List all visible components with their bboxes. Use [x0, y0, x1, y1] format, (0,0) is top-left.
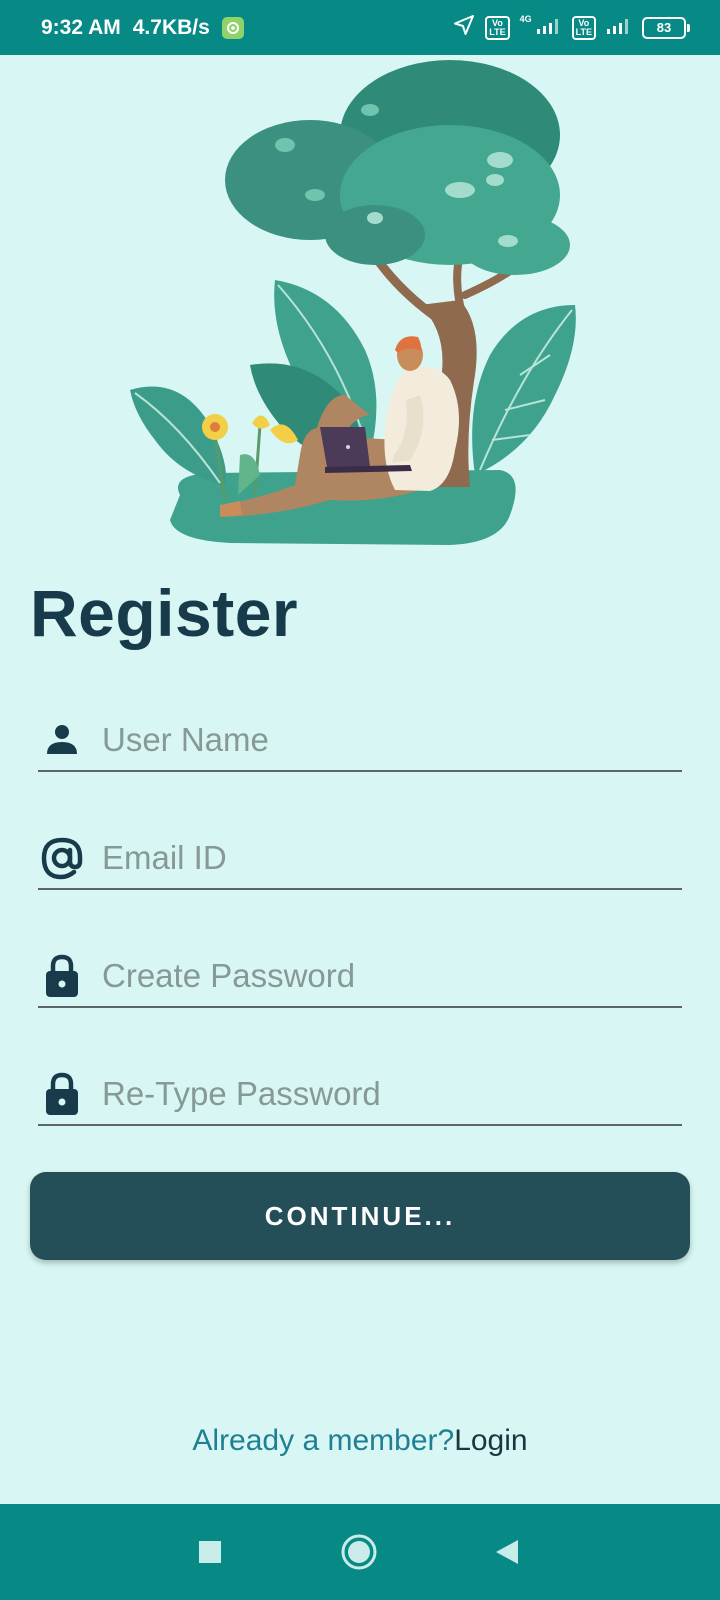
- status-bar: 9:32 AM 4.7KB/s Vo LTE 4G Vo LTE 83: [0, 0, 720, 55]
- email-field-row: [38, 828, 682, 890]
- home-circle-icon[interactable]: [314, 1504, 404, 1600]
- status-left: 9:32 AM 4.7KB/s: [41, 0, 244, 55]
- username-field-row: [38, 710, 682, 772]
- lock-icon: [38, 952, 86, 1000]
- retype-password-input[interactable]: [102, 1066, 682, 1122]
- at-sign-icon: [38, 834, 86, 882]
- network-speed: 4.7KB/s: [132, 15, 210, 39]
- right-leaf: [472, 305, 576, 475]
- signal-icon: [606, 15, 632, 40]
- network-type: 4G: [519, 13, 532, 24]
- email-input[interactable]: [102, 830, 682, 886]
- continue-button[interactable]: CONTINUE...: [30, 1172, 690, 1260]
- login-prompt-row: Already a member?Login: [0, 1424, 720, 1458]
- retype-password-field-row: [38, 1064, 682, 1126]
- lock-icon: [38, 1070, 86, 1118]
- back-triangle-icon[interactable]: [462, 1504, 552, 1600]
- volte-icon: Vo LTE: [485, 15, 510, 40]
- settings-app-icon: [221, 16, 244, 39]
- system-nav-bar: [0, 1504, 720, 1600]
- battery-level: 83: [656, 20, 672, 35]
- username-input[interactable]: [102, 712, 682, 768]
- volte-icon: Vo LTE: [571, 15, 596, 40]
- battery-icon: 83: [642, 16, 690, 39]
- person-with-laptop-under-tree-illustration: [130, 60, 576, 545]
- signal-icon: [536, 15, 562, 40]
- login-link[interactable]: Login: [454, 1424, 527, 1457]
- page-title: Register: [30, 576, 299, 650]
- already-member-text: Already a member?: [192, 1424, 455, 1457]
- clock: 9:32 AM: [41, 15, 121, 39]
- person-icon: [38, 716, 86, 764]
- status-right: Vo LTE 4G Vo LTE 83: [453, 0, 690, 55]
- location-arrow-icon: [453, 14, 475, 41]
- recents-square-icon[interactable]: [165, 1504, 255, 1600]
- password-field-row: [38, 946, 682, 1008]
- create-password-input[interactable]: [102, 948, 682, 1004]
